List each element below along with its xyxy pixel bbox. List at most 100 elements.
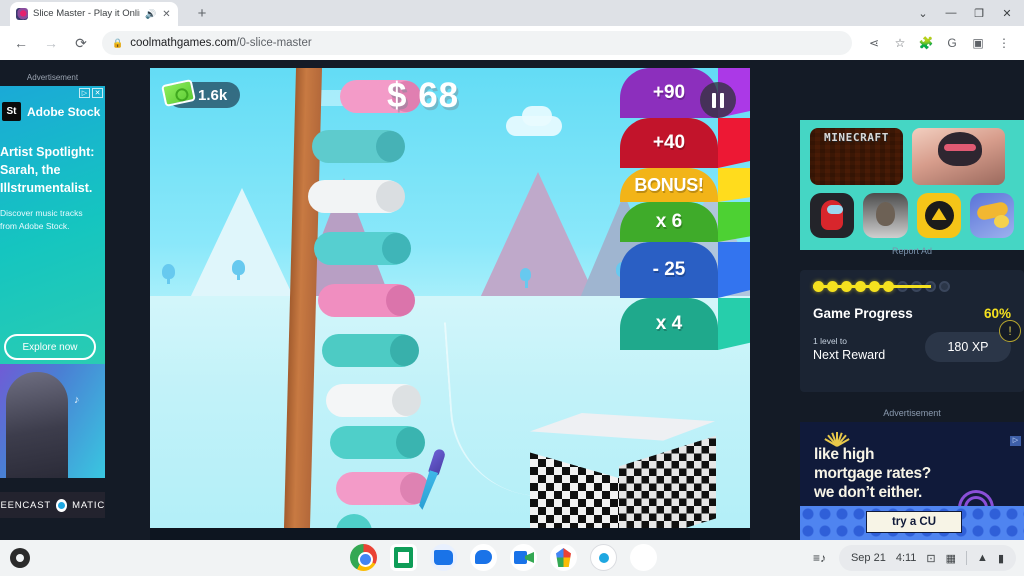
brawl-stars-icon[interactable] xyxy=(916,193,961,238)
maximize-button[interactable]: ❐ xyxy=(966,3,992,23)
xp-amount: 180 XP xyxy=(947,340,989,354)
close-icon[interactable]: ✕ xyxy=(161,9,172,20)
chat-icon[interactable] xyxy=(470,544,497,571)
screen-recorder-icon[interactable] xyxy=(590,544,617,571)
left-ad-body: Discover music tracks from Adobe Stock. xyxy=(0,208,83,232)
google-account-icon[interactable]: G xyxy=(940,31,964,55)
tower-slab: x 4 xyxy=(620,298,750,350)
sheets-icon[interactable] xyxy=(390,544,417,571)
granny-icon[interactable] xyxy=(863,193,908,238)
chrome-icon[interactable] xyxy=(350,544,377,571)
launcher-button[interactable] xyxy=(10,548,30,568)
adchoices-icon[interactable]: ▷ xyxy=(79,88,90,98)
shelf-app-icons xyxy=(350,544,657,571)
game-progress-percent: 60% xyxy=(983,306,1011,321)
bottom-ad-label: Advertisement xyxy=(883,408,941,418)
slab-face: BONUS! xyxy=(620,168,718,202)
tree-icon xyxy=(520,268,531,288)
watermark-right-text: MATIC xyxy=(72,499,105,511)
mortgage-line-1: like high xyxy=(814,446,875,463)
page-content: Advertisement ▷ ✕ St Adobe Stock Artist … xyxy=(0,60,1024,576)
adobe-stock-ad[interactable]: ▷ ✕ St Adobe Stock Artist Spotlight: Sar… xyxy=(0,86,105,478)
clock-label: 4:11 xyxy=(895,552,917,564)
media-controls-icon[interactable]: ≡♪ xyxy=(813,551,826,565)
girl-game-tile[interactable] xyxy=(912,128,1005,185)
close-ad-icon[interactable]: ✕ xyxy=(92,88,103,98)
game-canvas[interactable]: +90 +40 BONUS! x 6 - 25 x 4 $ 68 1.6k xyxy=(150,68,750,528)
explore-now-button[interactable]: Explore now xyxy=(4,334,96,360)
report-ad-link[interactable]: Report Ad xyxy=(800,246,1024,256)
minecraft-label: MINECRAFT xyxy=(823,131,889,144)
chrome-menu-icon[interactable]: ⋮ xyxy=(992,31,1016,55)
mountain-shape xyxy=(190,188,294,298)
close-window-button[interactable]: ✕ xyxy=(994,3,1020,23)
wifi-icon[interactable]: ▲ xyxy=(977,552,988,564)
side-panel-icon[interactable]: ▣ xyxy=(966,31,990,55)
tower-slab: +40 xyxy=(620,118,750,168)
photos-icon[interactable] xyxy=(550,544,577,571)
progress-title-row: Game Progress 60% xyxy=(813,306,1011,321)
game-promo-ad[interactable]: MINECRAFT xyxy=(800,120,1024,250)
chevron-down-icon[interactable]: ⌄ xyxy=(910,3,936,23)
mountain-shape xyxy=(480,172,596,298)
slab-label: x 6 xyxy=(655,211,683,232)
levels-remaining-text: 1 level to xyxy=(813,336,848,346)
tree-icon xyxy=(162,264,175,284)
artist-portrait xyxy=(6,372,68,478)
slab-side xyxy=(718,202,750,242)
tab-title: Slice Master - Play it Online a xyxy=(33,8,140,19)
slab-face: x 4 xyxy=(620,298,718,350)
grid-icon[interactable]: ▦ xyxy=(946,552,956,565)
left-ad-column: Advertisement ▷ ✕ St Adobe Stock Artist … xyxy=(0,60,105,540)
speaker-icon[interactable]: 🔊 xyxy=(145,9,156,20)
app-blank-icon[interactable] xyxy=(630,544,657,571)
new-tab-button[interactable]: + xyxy=(192,5,212,23)
adchoices-icon[interactable]: ▷ xyxy=(1010,436,1021,446)
toolbar-icon-group: ⋖ ☆ 🧩 G ▣ ⋮ xyxy=(862,31,1016,55)
minimize-button[interactable]: — xyxy=(938,3,964,23)
xp-chip[interactable]: 180 XP ! xyxy=(925,320,1021,362)
system-tray[interactable]: Sep 21 4:11 ⊡ ▦ ▲ ▮ xyxy=(838,545,1016,571)
browser-tab[interactable]: Slice Master - Play it Online a 🔊 ✕ xyxy=(10,2,178,26)
pause-button[interactable] xyxy=(700,82,736,118)
tower-slab: x 6 xyxy=(620,202,750,242)
watermark-left-text: SCREENCAST xyxy=(0,499,51,511)
battery-icon[interactable]: ▮ xyxy=(998,552,1004,565)
minecraft-tile[interactable]: MINECRAFT xyxy=(810,128,903,185)
progress-dot xyxy=(939,281,950,292)
tube-obstacle xyxy=(308,180,405,213)
slab-side xyxy=(718,168,750,202)
address-bar[interactable]: 🔒 coolmathgames.com/0-slice-master xyxy=(102,31,852,55)
sunrise-icon xyxy=(822,430,852,447)
slab-side xyxy=(718,242,750,298)
promo-top-row: MINECRAFT xyxy=(800,120,1024,185)
adchoices-controls[interactable]: ▷ ✕ xyxy=(79,88,103,98)
coin-amount: 1.6k xyxy=(198,86,228,104)
cloud-shape xyxy=(522,106,552,126)
among-us-icon[interactable] xyxy=(810,193,855,238)
slab-face: +40 xyxy=(620,118,718,168)
forward-button[interactable]: → xyxy=(38,30,64,56)
money-bill-icon xyxy=(161,79,196,107)
screencast-o-matic-watermark: SCREENCAST MATIC xyxy=(0,492,105,518)
back-button[interactable]: ← xyxy=(8,30,34,56)
reload-button[interactable]: ⟳ xyxy=(68,30,94,56)
share-icon[interactable]: ⋖ xyxy=(862,31,886,55)
score-display: $ 68 xyxy=(387,76,460,115)
mortgage-ad[interactable]: ▷ like high mortgage rates? we don’t eit… xyxy=(800,422,1024,540)
url-host: coolmathgames.com xyxy=(130,37,237,49)
slither-icon[interactable] xyxy=(969,193,1014,238)
meet-icon[interactable] xyxy=(510,544,537,571)
bookmark-star-icon[interactable]: ☆ xyxy=(888,31,912,55)
left-ad-photo: ♫ ♪ ♬ xyxy=(0,364,105,478)
coin-counter: 1.6k xyxy=(161,79,241,108)
chromeos-shelf: ≡♪ Sep 21 4:11 ⊡ ▦ ▲ ▮ xyxy=(0,540,1024,576)
block-front-face xyxy=(530,452,620,528)
adobe-stock-name: Adobe Stock xyxy=(27,104,101,119)
files-icon[interactable] xyxy=(430,544,457,571)
slab-side xyxy=(718,118,750,168)
extensions-icon[interactable]: 🧩 xyxy=(914,31,938,55)
next-reward-row: 1 level to Next Reward 180 XP ! xyxy=(813,320,1021,362)
cast-icon[interactable]: ⊡ xyxy=(926,552,935,565)
try-a-cu-button[interactable]: try a CU xyxy=(866,511,962,533)
